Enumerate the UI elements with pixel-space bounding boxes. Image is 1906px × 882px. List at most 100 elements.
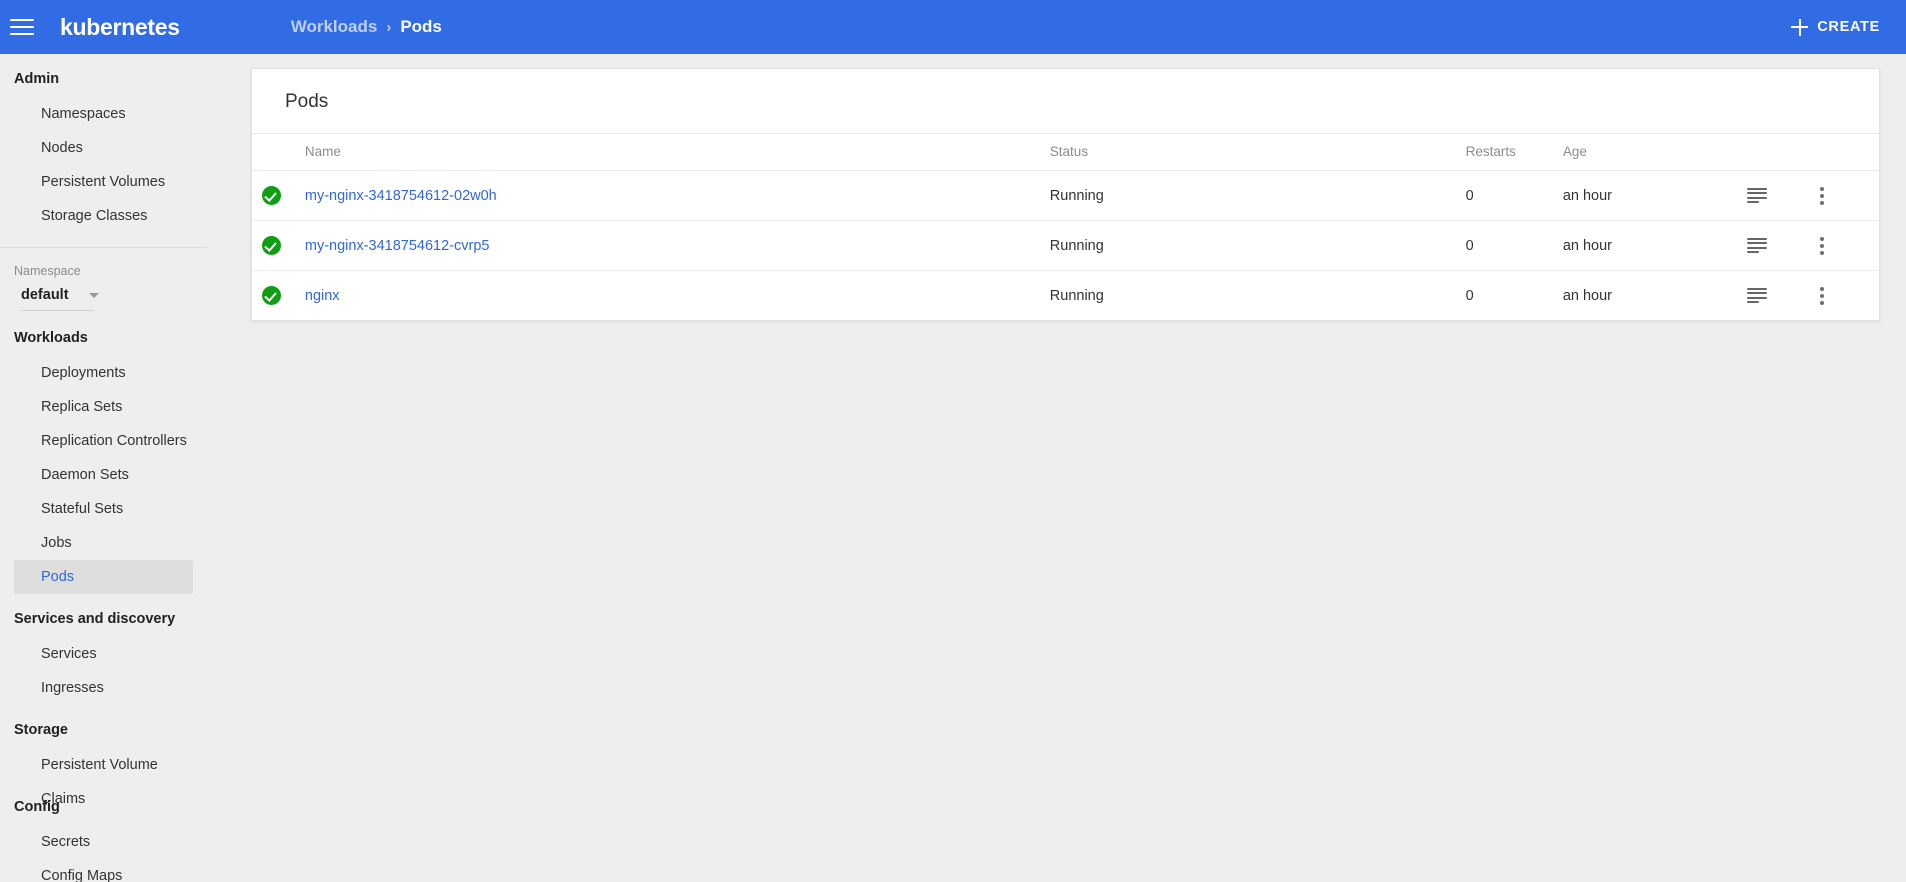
sidebar-section-header: Admin	[14, 71, 60, 87]
column-header-status[interactable]: Status	[1043, 134, 1465, 171]
sidebar-section-header: Storage	[14, 722, 68, 738]
sidebar-item-replica-sets[interactable]: Replica Sets	[14, 390, 193, 424]
sidebar-item-daemon-sets[interactable]: Daemon Sets	[14, 458, 193, 492]
sidebar-item-label: Namespaces	[41, 106, 126, 122]
sidebar-item-config-maps[interactable]: Config Maps	[14, 859, 193, 882]
sidebar-item-storage-classes[interactable]: Storage Classes	[14, 199, 193, 233]
sidebar-item-replication-controllers[interactable]: Replication Controllers	[14, 424, 193, 458]
sidebar-item-label: Daemon Sets	[41, 467, 129, 483]
create-button[interactable]: CREATE	[1783, 0, 1888, 54]
pod-name-cell: my-nginx-3418754612-02w0h	[301, 170, 1044, 221]
sidebar-item-label: Pods	[41, 569, 75, 585]
column-header-restarts[interactable]: Restarts	[1464, 134, 1557, 171]
sidebar-item-label: Jobs	[41, 535, 72, 551]
column-header-age[interactable]: Age	[1556, 134, 1747, 171]
main-content: Pods Name Status Restarts Age my-nginx-3…	[207, 54, 1906, 882]
sidebar-item-pods[interactable]: Pods	[14, 560, 193, 594]
success-check-icon	[262, 186, 281, 205]
chevron-down-icon	[88, 292, 99, 298]
sidebar-item-label: Services	[41, 646, 97, 662]
success-check-icon	[262, 236, 281, 255]
pod-logs-cell	[1746, 220, 1814, 271]
pod-restarts-cell: 0	[1465, 287, 1474, 304]
table-header-row: Name Status Restarts Age	[252, 134, 1879, 171]
pod-age-cell: an hour	[1562, 287, 1613, 304]
kebab-menu-icon[interactable]	[1819, 236, 1824, 255]
sidebar-item-label: Nodes	[41, 140, 83, 156]
sidebar-item-label: Storage Classes	[41, 208, 148, 224]
success-check-icon	[262, 286, 281, 305]
breadcrumb-item-pods: Pods	[400, 17, 442, 36]
logs-icon[interactable]	[1746, 288, 1767, 303]
breadcrumb-item-workloads[interactable]: Workloads	[291, 17, 378, 37]
pod-restarts-cell: 0	[1464, 220, 1557, 271]
app-logo-text[interactable]: kubernetes	[60, 14, 180, 41]
pod-name-cell: nginx	[302, 271, 1044, 321]
sidebar-item-label: Deployments	[41, 365, 126, 381]
sidebar-item-persistent-volume-claims[interactable]: Persistent Volume Claims	[14, 748, 193, 807]
sidebar-item-nodes[interactable]: Nodes	[14, 131, 193, 165]
sidebar-item-deployments[interactable]: Deployments	[14, 356, 193, 390]
column-header-icon	[252, 134, 302, 171]
pods-table: Name Status Restarts Age my-nginx-341875…	[252, 134, 1879, 320]
sidebar-item-persistent-volumes[interactable]: Persistent Volumes	[14, 165, 193, 199]
pod-restarts-cell: 0	[1464, 170, 1557, 221]
sidebar-item-label: Replica Sets	[41, 399, 123, 415]
namespace-select[interactable]: default	[21, 287, 99, 311]
page-title: Pods	[252, 69, 1879, 134]
kebab-menu-icon[interactable]	[1819, 286, 1824, 305]
column-header-actions	[1813, 134, 1879, 171]
logs-icon[interactable]	[1746, 238, 1767, 253]
pod-name-link[interactable]: my-nginx-3418754612-02w0h	[305, 188, 497, 204]
table-row[interactable]: my-nginx-3418754612-02w0h Running 0 an hour	[252, 170, 1879, 221]
pod-age-cell: an hour	[1556, 170, 1747, 221]
sidebar-item-label: Ingresses	[41, 680, 104, 696]
table-row[interactable]: my-nginx-3418754612-cvrp5 Running 0 an hour	[252, 220, 1879, 271]
column-header-logs	[1746, 134, 1814, 171]
pod-name-link[interactable]: my-nginx-3418754612-cvrp5	[305, 238, 490, 254]
hamburger-menu-icon[interactable]	[10, 16, 38, 38]
pod-actions-cell	[1814, 271, 1879, 321]
pods-table-head: Name Status Restarts Age	[252, 134, 1879, 171]
sidebar-item-label: Secrets	[41, 834, 91, 850]
table-row[interactable]: nginx Running 0 an hour	[252, 271, 1879, 321]
pod-logs-cell	[1746, 271, 1814, 321]
pod-status-icon-cell	[252, 220, 302, 271]
sidebar-section-header: Workloads	[14, 330, 88, 346]
hamburger-bar	[10, 19, 34, 21]
create-button-label: CREATE	[1817, 19, 1880, 35]
pods-card: Pods Name Status Restarts Age my-nginx-3…	[251, 68, 1880, 321]
pod-actions-cell	[1813, 220, 1879, 271]
column-header-name[interactable]: Name	[301, 134, 1044, 171]
pod-status-icon-cell	[252, 271, 302, 321]
sidebar-item-jobs[interactable]: Jobs	[14, 526, 193, 560]
logs-icon[interactable]	[1746, 188, 1767, 203]
sidebar-item-services[interactable]: Services	[14, 637, 193, 671]
pod-status-cell: Running	[1043, 170, 1465, 221]
pod-status-icon-cell	[252, 170, 302, 221]
namespace-label: Namespace	[14, 264, 81, 278]
sidebar-item-namespaces[interactable]: Namespaces	[14, 97, 193, 131]
pod-name-cell: my-nginx-3418754612-cvrp5	[301, 220, 1044, 271]
top-app-bar: kubernetes Workloads › Pods CREATE	[0, 0, 1906, 54]
pod-age-cell: an hour	[1556, 220, 1747, 271]
sidebar-item-ingresses[interactable]: Ingresses	[14, 671, 193, 705]
pods-table-body: my-nginx-3418754612-02w0h Running 0 an hour…	[252, 170, 1879, 321]
sidebar-item-label: Stateful Sets	[41, 501, 124, 517]
breadcrumb-separator-icon: ›	[386, 18, 392, 36]
pod-status-cell: Running	[1043, 220, 1465, 271]
sidebar-item-secrets[interactable]: Secrets	[14, 825, 193, 859]
pod-actions-cell	[1813, 170, 1879, 221]
sidebar-nav: Admin Namespaces Nodes Persistent Volumes St…	[0, 54, 207, 882]
sidebar-item-label: Replication Controllers	[41, 433, 187, 449]
pod-logs-cell	[1746, 170, 1814, 221]
kebab-menu-icon[interactable]	[1819, 186, 1824, 205]
sidebar-section-header: Config	[14, 799, 60, 815]
namespace-selected-value: default	[21, 287, 69, 303]
breadcrumb: Workloads › Pods	[291, 17, 442, 37]
sidebar-item-label: Config Maps	[41, 868, 123, 882]
pod-name-link[interactable]: nginx	[305, 288, 340, 304]
plus-icon	[1791, 18, 1809, 36]
sidebar-item-label: Persistent Volumes	[41, 174, 166, 190]
sidebar-item-stateful-sets[interactable]: Stateful Sets	[14, 492, 193, 526]
